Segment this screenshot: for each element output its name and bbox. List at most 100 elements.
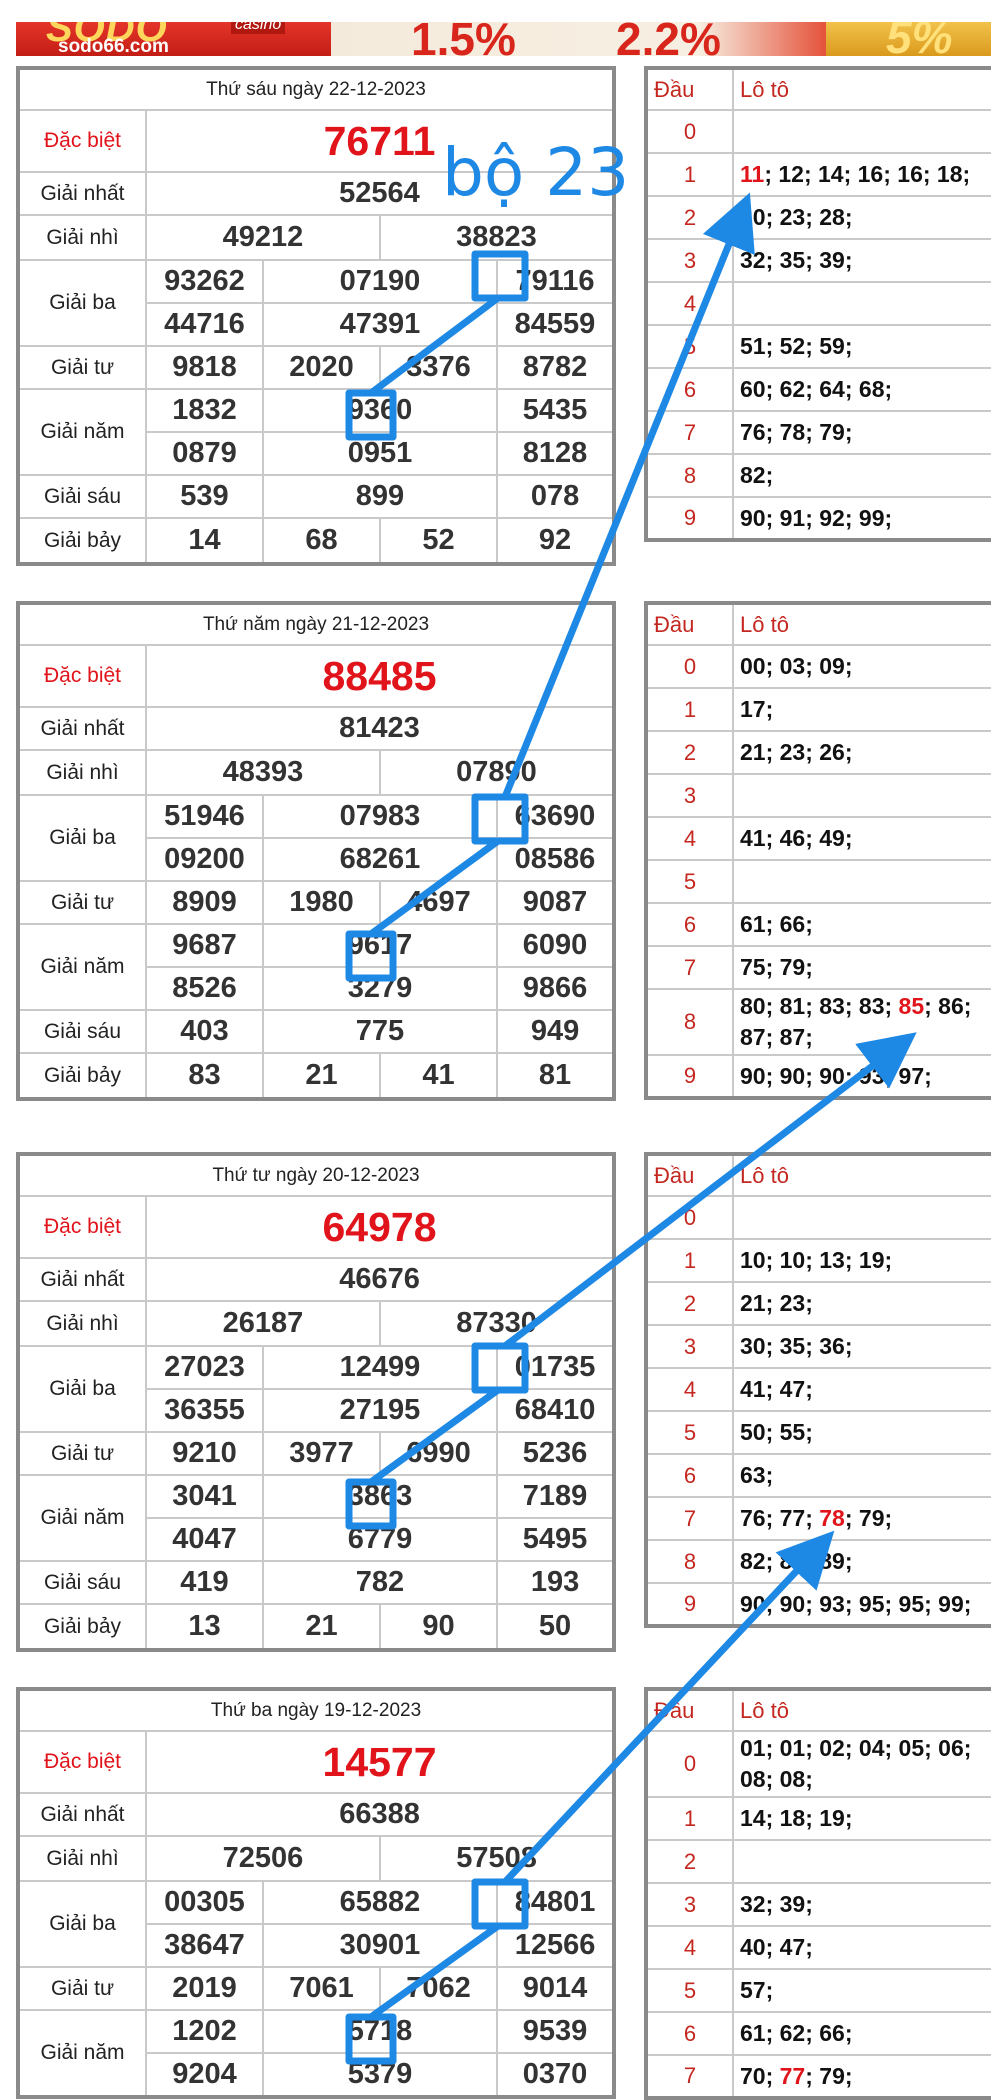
loto-values-rest: ; 12; 14; 16; 16; 18; [764, 161, 971, 187]
prize-value: 26187 [145, 1300, 381, 1347]
loto-values: 80; 81; 83; 83; 85; 86; 87; 87; [732, 988, 991, 1056]
table-row: 7 70; 77; 79; [645, 2054, 991, 2099]
table-row: Giải ba 00305 65882 84801 [17, 1880, 616, 1968]
annotation-label: bộ 23 [442, 134, 630, 211]
loto-values-rest: 40; 47; [740, 1934, 813, 1960]
loto-values-rest: 90; 90; 93; 95; 95; 99; [740, 1590, 972, 1617]
table-row: 4 41; 47; [645, 1367, 991, 1412]
loto-values-rest: 21; 23; 26; [740, 739, 853, 765]
prize-value: 3279 [262, 966, 498, 1011]
prize-value: 72506 [145, 1835, 381, 1882]
loto-values-pre: 76; 77; [740, 1505, 820, 1531]
table-row: 6 60; 62; 64; 68; [645, 367, 991, 412]
prize-value: 7061 [262, 1966, 381, 2011]
table-row: Giải nhất 46676 [17, 1257, 616, 1302]
prize-value: 419 [145, 1560, 264, 1605]
prize-value: 9617 [262, 923, 498, 968]
loto-values-rest: 61; 66; [740, 911, 813, 937]
draw-date-header: Thứ sáu ngày 22-12-2023 [16, 67, 616, 111]
loto-values: 51; 52; 59; [732, 324, 991, 369]
loto-head-digit: 1 [645, 152, 734, 197]
status-bar [0, 0, 991, 22]
table-row: Giải năm 1832 9360 5435 [17, 388, 616, 476]
loto-head-digit: 3 [645, 773, 734, 818]
loto-table: Đầu Lô tô 0 1 11; 12; 14; 16; 16; 18; 2 20; 23… [644, 66, 991, 542]
draw-date-header: Thứ năm ngày 21-12-2023 [16, 602, 616, 646]
draw-date-header: Thứ ba ngày 19-12-2023 [16, 1688, 616, 1732]
loto-head-digit: 2 [645, 1281, 734, 1326]
loto-values-rest: 82; 87; 89; [740, 1548, 853, 1574]
loto-values-rest: 50; 55; [740, 1419, 813, 1445]
prize-value: 5435 [495, 388, 616, 433]
draw-date-header: Thứ tư ngày 20-12-2023 [16, 1153, 616, 1197]
special-prize-value: 88485 [144, 644, 616, 708]
prize-value: 41 [379, 1052, 498, 1100]
table-row: Giải tư 9818 2020 3376 8782 [17, 345, 616, 390]
loto-values: 40; 47; [732, 1925, 991, 1970]
prize-label: Giải nhất [17, 1257, 147, 1302]
table-row: 5 51; 52; 59; [645, 324, 991, 369]
loto-header-dau: Đầu [645, 1153, 734, 1197]
loto-header-dau: Đầu [645, 1688, 734, 1732]
prize-value: 57508 [378, 1835, 616, 1882]
table-row: 0 01; 01; 02; 04; 05; 06; 08; 08; [645, 1730, 991, 1798]
prize-value: 9687 [145, 923, 264, 968]
prize-value: 81 [495, 1052, 616, 1100]
loto-values-pre: 80; 81; 83; 83; [740, 993, 899, 1019]
prize-value: 6090 [495, 923, 616, 968]
table-row: 4 41; 46; 49; [645, 816, 991, 861]
loto-hit-value: 77 [779, 2062, 806, 2089]
loto-values [732, 859, 991, 904]
loto-table: Đầu Lô tô 0 1 10; 10; 13; 19; 2 21; 23; 3 30; 35… [644, 1152, 991, 1628]
table-row: 3 32; 39; [645, 1882, 991, 1927]
prize-value: 782 [262, 1560, 498, 1605]
prize-value: 2020 [262, 345, 381, 390]
table-row: 5 [645, 859, 991, 904]
special-prize-value: 14577 [144, 1730, 616, 1794]
loto-values: 76; 77; 78; 79; [732, 1496, 991, 1541]
loto-header-dau: Đầu [645, 602, 734, 646]
loto-values: 50; 55; [732, 1410, 991, 1455]
loto-values-rest: 90; 90; 90; 93; 97; [740, 1062, 932, 1089]
prize-value: 92 [495, 517, 616, 565]
prize-label: Giải tư [17, 880, 147, 925]
prize-label: Giải sáu [17, 474, 147, 519]
prize-value: 00305 [145, 1880, 264, 1925]
table-row: Giải nhì 72506 57508 [17, 1835, 616, 1882]
prize-value: 7189 [495, 1474, 616, 1519]
loto-values-rest: 75; 79; [740, 954, 813, 980]
loto-values [732, 773, 991, 818]
prize-value: 09200 [145, 837, 264, 882]
loto-values: 61; 66; [732, 902, 991, 947]
loto-head-digit: 7 [645, 945, 734, 990]
loto-values-rest: 60; 62; 64; 68; [740, 376, 893, 402]
result-table: Thứ năm ngày 21-12-2023 Đặc biệt 88485 Giải… [16, 601, 617, 1101]
prize-value: 66388 [144, 1792, 616, 1837]
prize-value: 63690 [495, 794, 616, 839]
loto-values-rest: 61; 62; 66; [740, 2020, 853, 2046]
loto-head-digit: 4 [645, 1367, 734, 1412]
loto-head-digit: 1 [645, 1796, 734, 1841]
prize-label: Giải tư [17, 1431, 147, 1476]
table-row: Giải tư 9210 3977 6990 5236 [17, 1431, 616, 1476]
prize-value: 5236 [495, 1431, 616, 1476]
loto-head-digit: 6 [645, 367, 734, 412]
prize-value: 3863 [262, 1474, 498, 1519]
loto-head-digit: 4 [645, 1925, 734, 1970]
table-row: Đặc biệt 64978 [17, 1195, 616, 1259]
prize-value: 21 [262, 1603, 381, 1651]
loto-head-digit: 7 [645, 410, 734, 455]
ad-banner[interactable]: SODO casino sodo66.com 1.5% 2.2% 5% [16, 22, 991, 56]
loto-head-digit: 2 [645, 1839, 734, 1884]
prize-label: Giải nhất [17, 1792, 147, 1837]
prize-value: 949 [495, 1009, 616, 1054]
prize-label: Giải bảy [17, 1603, 147, 1651]
prize-label: Giải năm [17, 1474, 147, 1562]
loto-values: 32; 39; [732, 1882, 991, 1927]
loto-header-values: Lô tô [732, 1688, 991, 1732]
loto-values-rest: 20; 23; 28; [740, 204, 853, 230]
loto-head-digit: 6 [645, 902, 734, 947]
table-row: Giải năm 9687 9617 6090 [17, 923, 616, 1011]
prize-value: 65882 [262, 1880, 498, 1925]
loto-values: 14; 18; 19; [732, 1796, 991, 1841]
